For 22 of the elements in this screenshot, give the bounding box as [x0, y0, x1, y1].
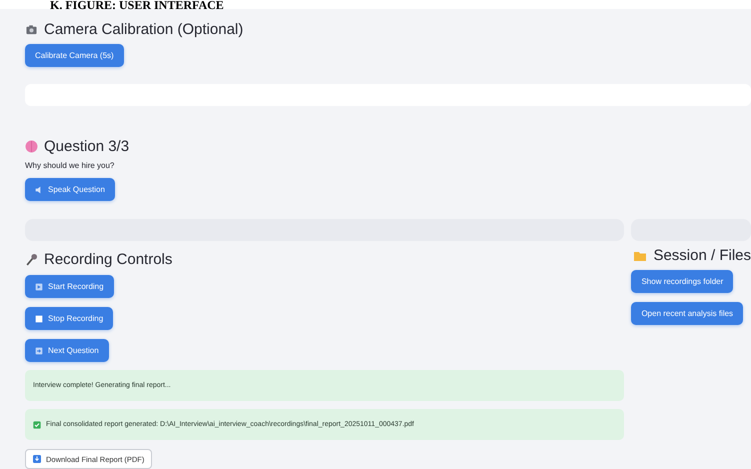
recording-button[interactable]: Next Question [25, 339, 109, 362]
arrow-right-icon [35, 346, 43, 354]
checkbox-icon [33, 420, 41, 428]
speaker-icon [35, 186, 43, 194]
stop-icon [35, 314, 43, 322]
recording-button[interactable]: Start Recording [25, 275, 114, 298]
figure-caption: K. FIGURE: USER INTERFACE [50, 0, 224, 11]
question-text: Why should we hire you? [25, 161, 116, 170]
section-heading: Recording Controls [44, 251, 172, 268]
session-button[interactable]: Open recent analysis files [631, 302, 744, 325]
recording-button[interactable]: Stop Recording [25, 307, 114, 330]
microphone-icon [25, 253, 38, 266]
calibrate-button[interactable]: Calibrate Camera (5s) [25, 44, 124, 67]
section-heading: Question 3/3 [44, 138, 130, 155]
speak-button[interactable]: Speak Question [25, 178, 115, 201]
session-button[interactable]: Show recordings folder [631, 270, 734, 293]
camera-icon [25, 24, 38, 35]
section-heading: Camera Calibration (Optional) [44, 21, 244, 38]
folder-icon [633, 250, 648, 262]
section-heading: Session / Files [653, 247, 751, 264]
play-icon [35, 282, 43, 290]
download-icon [33, 455, 41, 463]
